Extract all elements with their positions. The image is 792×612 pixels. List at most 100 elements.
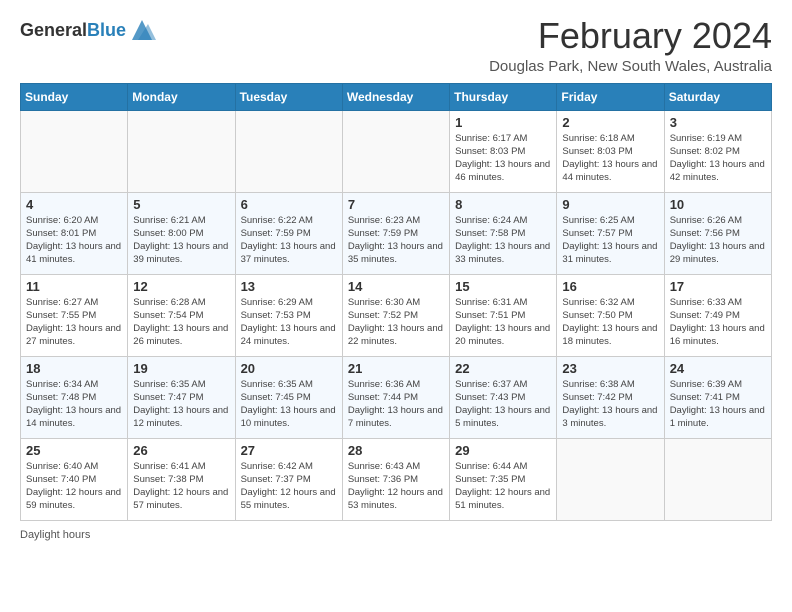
table-row: 8 Sunrise: 6:24 AMSunset: 7:58 PMDaylight…	[450, 192, 557, 274]
location-subtitle: Douglas Park, New South Wales, Australia	[489, 58, 772, 75]
table-row: 16 Sunrise: 6:32 AMSunset: 7:50 PMDayligh…	[557, 274, 664, 356]
day-number: 18	[26, 361, 122, 376]
table-row: 27 Sunrise: 6:42 AMSunset: 7:37 PMDayligh…	[235, 438, 342, 520]
day-info: Sunrise: 6:25 AMSunset: 7:57 PMDaylight:…	[562, 214, 658, 267]
table-row: 17 Sunrise: 6:33 AMSunset: 7:49 PMDayligh…	[664, 274, 771, 356]
day-number: 20	[241, 361, 337, 376]
page-header: GeneralBlue February 2024 Douglas Park, …	[20, 16, 772, 75]
table-row	[557, 438, 664, 520]
table-row: 28 Sunrise: 6:43 AMSunset: 7:36 PMDayligh…	[342, 438, 449, 520]
day-info: Sunrise: 6:33 AMSunset: 7:49 PMDaylight:…	[670, 296, 766, 349]
table-row: 14 Sunrise: 6:30 AMSunset: 7:52 PMDayligh…	[342, 274, 449, 356]
day-info: Sunrise: 6:36 AMSunset: 7:44 PMDaylight:…	[348, 378, 444, 431]
col-saturday: Saturday	[664, 83, 771, 110]
day-number: 8	[455, 197, 551, 212]
day-info: Sunrise: 6:42 AMSunset: 7:37 PMDaylight:…	[241, 460, 337, 513]
day-info: Sunrise: 6:17 AMSunset: 8:03 PMDaylight:…	[455, 132, 551, 185]
calendar-week-row: 4Sunrise: 6:20 AMSunset: 8:01 PMDaylight…	[21, 192, 772, 274]
day-info: Sunrise: 6:43 AMSunset: 7:36 PMDaylight:…	[348, 460, 444, 513]
day-info: Sunrise: 6:34 AMSunset: 7:48 PMDaylight:…	[26, 378, 122, 431]
table-row: 11 Sunrise: 6:27 AMSunset: 7:55 PMDayligh…	[21, 274, 128, 356]
logo-icon	[128, 16, 156, 44]
day-info: Sunrise: 6:29 AMSunset: 7:53 PMDaylight:…	[241, 296, 337, 349]
day-info: Sunrise: 6:30 AMSunset: 7:52 PMDaylight:…	[348, 296, 444, 349]
day-number: 17	[670, 279, 766, 294]
day-info: Sunrise: 6:39 AMSunset: 7:41 PMDaylight:…	[670, 378, 766, 431]
day-info: Sunrise: 6:40 AMSunset: 7:40 PMDaylight:…	[26, 460, 122, 513]
table-row: 6 Sunrise: 6:22 AMSunset: 7:59 PMDaylight…	[235, 192, 342, 274]
table-row: 5 Sunrise: 6:21 AMSunset: 8:00 PMDaylight…	[128, 192, 235, 274]
col-monday: Monday	[128, 83, 235, 110]
footer-note: Daylight hours	[20, 529, 772, 541]
table-row: 20 Sunrise: 6:35 AMSunset: 7:45 PMDayligh…	[235, 356, 342, 438]
day-info: Sunrise: 6:44 AMSunset: 7:35 PMDaylight:…	[455, 460, 551, 513]
col-friday: Friday	[557, 83, 664, 110]
logo-text: GeneralBlue	[20, 20, 126, 41]
logo-general: General	[20, 20, 87, 40]
table-row: 23Sunrise: 6:38 AMSunset: 7:42 PMDayligh…	[557, 356, 664, 438]
day-info: Sunrise: 6:21 AMSunset: 8:00 PMDaylight:…	[133, 214, 229, 267]
day-info: Sunrise: 6:19 AMSunset: 8:02 PMDaylight:…	[670, 132, 766, 185]
table-row: 4Sunrise: 6:20 AMSunset: 8:01 PMDaylight…	[21, 192, 128, 274]
day-number: 16	[562, 279, 658, 294]
day-info: Sunrise: 6:35 AMSunset: 7:47 PMDaylight:…	[133, 378, 229, 431]
calendar-week-row: 1 Sunrise: 6:17 AMSunset: 8:03 PMDaylight…	[21, 110, 772, 192]
calendar-week-row: 11 Sunrise: 6:27 AMSunset: 7:55 PMDayligh…	[21, 274, 772, 356]
col-sunday: Sunday	[21, 83, 128, 110]
table-row: 24 Sunrise: 6:39 AMSunset: 7:41 PMDayligh…	[664, 356, 771, 438]
table-row: 3 Sunrise: 6:19 AMSunset: 8:02 PMDaylight…	[664, 110, 771, 192]
day-number: 15	[455, 279, 551, 294]
day-number: 25	[26, 443, 122, 458]
calendar-header-row: Sunday Monday Tuesday Wednesday Thursday…	[21, 83, 772, 110]
day-number: 29	[455, 443, 551, 458]
day-number: 2	[562, 115, 658, 130]
table-row	[664, 438, 771, 520]
col-thursday: Thursday	[450, 83, 557, 110]
day-info: Sunrise: 6:35 AMSunset: 7:45 PMDaylight:…	[241, 378, 337, 431]
day-info: Sunrise: 6:27 AMSunset: 7:55 PMDaylight:…	[26, 296, 122, 349]
day-number: 14	[348, 279, 444, 294]
table-row: 19 Sunrise: 6:35 AMSunset: 7:47 PMDayligh…	[128, 356, 235, 438]
day-number: 24	[670, 361, 766, 376]
day-number: 19	[133, 361, 229, 376]
day-number: 26	[133, 443, 229, 458]
day-number: 5	[133, 197, 229, 212]
logo: GeneralBlue	[20, 16, 156, 44]
day-info: Sunrise: 6:41 AMSunset: 7:38 PMDaylight:…	[133, 460, 229, 513]
day-info: Sunrise: 6:26 AMSunset: 7:56 PMDaylight:…	[670, 214, 766, 267]
calendar-week-row: 25 Sunrise: 6:40 AMSunset: 7:40 PMDayligh…	[21, 438, 772, 520]
table-row: 25 Sunrise: 6:40 AMSunset: 7:40 PMDayligh…	[21, 438, 128, 520]
col-tuesday: Tuesday	[235, 83, 342, 110]
table-row: 13 Sunrise: 6:29 AMSunset: 7:53 PMDayligh…	[235, 274, 342, 356]
table-row: 10Sunrise: 6:26 AMSunset: 7:56 PMDayligh…	[664, 192, 771, 274]
table-row: 15Sunrise: 6:31 AMSunset: 7:51 PMDayligh…	[450, 274, 557, 356]
calendar-table: Sunday Monday Tuesday Wednesday Thursday…	[20, 83, 772, 521]
day-number: 3	[670, 115, 766, 130]
day-number: 28	[348, 443, 444, 458]
day-number: 6	[241, 197, 337, 212]
table-row: 9 Sunrise: 6:25 AMSunset: 7:57 PMDaylight…	[557, 192, 664, 274]
month-title: February 2024	[489, 16, 772, 56]
day-number: 12	[133, 279, 229, 294]
table-row: 22Sunrise: 6:37 AMSunset: 7:43 PMDayligh…	[450, 356, 557, 438]
calendar-week-row: 18 Sunrise: 6:34 AMSunset: 7:48 PMDayligh…	[21, 356, 772, 438]
table-row: 29 Sunrise: 6:44 AMSunset: 7:35 PMDayligh…	[450, 438, 557, 520]
day-number: 9	[562, 197, 658, 212]
day-number: 4	[26, 197, 122, 212]
day-number: 11	[26, 279, 122, 294]
table-row: 7Sunrise: 6:23 AMSunset: 7:59 PMDaylight…	[342, 192, 449, 274]
logo-blue: Blue	[87, 20, 126, 40]
day-info: Sunrise: 6:24 AMSunset: 7:58 PMDaylight:…	[455, 214, 551, 267]
table-row: 18 Sunrise: 6:34 AMSunset: 7:48 PMDayligh…	[21, 356, 128, 438]
day-info: Sunrise: 6:28 AMSunset: 7:54 PMDaylight:…	[133, 296, 229, 349]
day-number: 22	[455, 361, 551, 376]
day-info: Sunrise: 6:22 AMSunset: 7:59 PMDaylight:…	[241, 214, 337, 267]
day-number: 1	[455, 115, 551, 130]
day-number: 13	[241, 279, 337, 294]
title-area: February 2024 Douglas Park, New South Wa…	[489, 16, 772, 75]
table-row	[128, 110, 235, 192]
day-info: Sunrise: 6:32 AMSunset: 7:50 PMDaylight:…	[562, 296, 658, 349]
day-number: 27	[241, 443, 337, 458]
day-number: 7	[348, 197, 444, 212]
day-number: 23	[562, 361, 658, 376]
